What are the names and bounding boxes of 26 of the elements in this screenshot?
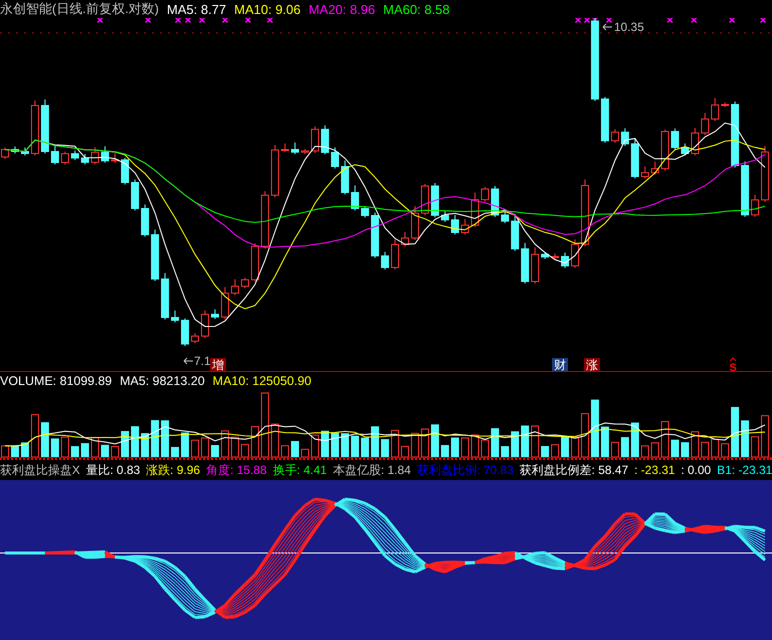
- indicator-readout: 涨跌: 9.96: [146, 462, 200, 478]
- indicator-readout: 获利盘比例差: 58.47: [520, 462, 628, 478]
- indicator-readout: 角度: 15.88: [206, 462, 267, 478]
- ma-readout: MA5: 8.77: [166, 2, 226, 16]
- volume-readout: MA5: 98213.20: [120, 374, 205, 388]
- ma-readout: MA10: 9.06: [234, 2, 301, 16]
- indicator-readout: 量比: 0.83: [86, 462, 140, 478]
- arrow-icon: [184, 358, 194, 364]
- high-price-label: 10.35: [614, 20, 644, 34]
- indicator-readout: : -23.31: [634, 463, 675, 477]
- arrow-icon: [602, 24, 612, 30]
- indicator-readout: 本盘亿股: 1.84: [332, 462, 411, 478]
- event-badge: 增: [210, 358, 226, 371]
- event-badge: 涨: [584, 358, 600, 371]
- indicator-readout: 获利盘比操盘X: [0, 462, 80, 478]
- event-badge: 财: [552, 358, 568, 371]
- ma-readout: MA60: 8.58: [383, 2, 450, 16]
- indicator-readout: : 0.00: [680, 463, 711, 477]
- ma-readout: MA20: 8.96: [308, 2, 376, 16]
- indicator-readout: B1: -23.31: [716, 463, 772, 477]
- security-title: 永创智能(日线.前复权.对数): [0, 0, 159, 18]
- volume-readout: VOLUME: 81099.89: [0, 374, 112, 388]
- indicator-readout: 换手: 4.41: [272, 462, 327, 478]
- volume-readout: MA10: 125050.90: [212, 374, 312, 388]
- low-price-label: 7.1: [194, 354, 211, 368]
- indicator-readout: 获利盘比例: 70.83: [416, 462, 514, 478]
